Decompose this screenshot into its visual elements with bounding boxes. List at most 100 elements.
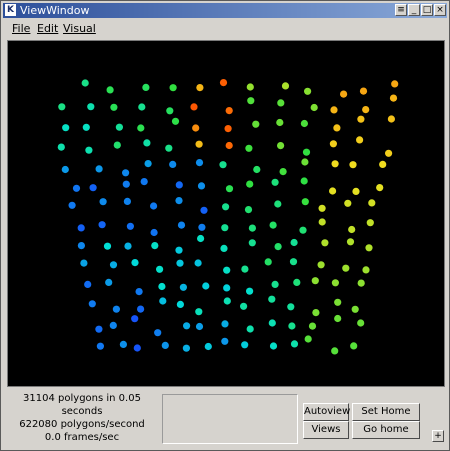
minimize-icon[interactable]: _ <box>408 4 420 16</box>
scene-point <box>169 160 177 168</box>
scene-point <box>133 344 141 352</box>
scene-point <box>365 244 373 252</box>
scene-point <box>131 259 139 267</box>
scene-point <box>268 295 276 303</box>
scene-point <box>287 303 295 311</box>
scene-point <box>195 140 203 148</box>
scene-point <box>302 148 311 156</box>
empty-panel <box>162 394 298 444</box>
scene-point <box>290 340 299 348</box>
views-button[interactable]: Views <box>303 421 349 439</box>
scene-point <box>195 159 204 167</box>
scene-point <box>72 184 81 192</box>
scene-point <box>330 106 338 114</box>
scene-point <box>87 103 95 111</box>
scene-point <box>109 321 117 329</box>
scene-point <box>169 84 177 92</box>
scene-point <box>219 161 227 169</box>
scene-point <box>112 305 120 313</box>
menu-file[interactable]: File <box>12 22 30 35</box>
scene-point <box>290 238 298 247</box>
scene-point <box>240 302 248 310</box>
scene-point <box>349 161 357 169</box>
scene-point <box>334 314 342 323</box>
scene-point <box>84 280 92 288</box>
scene-point <box>277 99 285 107</box>
set-home-view-button[interactable]: Set Home View <box>352 403 420 433</box>
scene-point <box>391 80 399 88</box>
scene-point <box>110 103 118 111</box>
scene-point <box>138 103 146 111</box>
go-home-button[interactable]: Go home <box>352 421 420 439</box>
scene-point <box>246 83 254 91</box>
scene-point <box>225 107 233 115</box>
scene-point <box>362 106 370 114</box>
scene-point <box>357 319 365 327</box>
scene-point <box>356 136 364 144</box>
scene-point <box>241 341 249 349</box>
scene-point <box>271 178 279 186</box>
scene-point <box>301 158 309 166</box>
scene-point <box>334 298 342 306</box>
scene-point <box>304 87 312 95</box>
menu-visual[interactable]: Visual <box>63 22 96 35</box>
window-menu-icon[interactable]: ≡ <box>395 4 407 16</box>
scene-point <box>333 124 341 132</box>
scene-point <box>80 259 88 267</box>
polygon-count: 31104 polygons in 0.05 seconds <box>23 393 141 417</box>
scene-point <box>321 239 329 247</box>
scene-point <box>331 279 339 287</box>
scene-point <box>183 322 191 330</box>
scene-point <box>177 221 186 229</box>
scene-point <box>113 141 121 149</box>
scene-point <box>144 160 152 168</box>
scene-point <box>318 204 326 212</box>
corner-toggle-button[interactable]: + <box>432 430 444 442</box>
view-window: K ViewWindow ≡ _ □ × File Edit Visual 31… <box>0 0 450 451</box>
scene-point <box>150 202 158 210</box>
scene-point <box>247 97 255 105</box>
scene-point <box>150 228 158 237</box>
scene-point <box>245 144 253 152</box>
scene-point <box>246 325 254 333</box>
menu-edit[interactable]: Edit <box>37 22 58 35</box>
scene-point <box>350 342 358 350</box>
scene-point <box>308 322 317 330</box>
maximize-icon[interactable]: □ <box>421 4 433 16</box>
scene-point <box>182 344 190 352</box>
scene-point <box>124 242 132 250</box>
scene-point <box>248 239 256 247</box>
scene-point <box>357 115 365 123</box>
scene-point <box>192 124 200 132</box>
scene-point <box>368 199 376 207</box>
scene-point <box>197 234 205 243</box>
scene-point <box>176 300 184 308</box>
scene-point <box>88 300 96 308</box>
autoview-button[interactable]: Autoview <box>303 403 350 421</box>
scene-point <box>82 123 90 131</box>
scene-point <box>220 244 228 252</box>
title-bar[interactable]: K ViewWindow ≡ _ □ × <box>3 3 447 18</box>
scene-point <box>161 341 169 349</box>
scene-point <box>225 141 233 150</box>
render-stats: 31104 polygons in 0.05 seconds 622080 po… <box>7 392 157 444</box>
scene-point <box>99 198 107 206</box>
scene-point <box>317 261 325 269</box>
scene-point <box>200 206 208 214</box>
scene-point <box>279 168 287 176</box>
scene-point <box>366 219 374 227</box>
scene-point <box>109 261 118 269</box>
scene-point <box>159 297 167 305</box>
scene-point <box>312 309 320 317</box>
scene-point <box>223 266 231 274</box>
scene-point <box>248 224 256 232</box>
scene-point <box>195 308 203 316</box>
scene-point <box>224 125 232 133</box>
scene-point <box>271 280 279 288</box>
scene-point <box>135 288 143 296</box>
scene-point <box>379 160 387 168</box>
scene-point <box>219 79 228 87</box>
close-icon[interactable]: × <box>434 4 446 16</box>
scene-point <box>268 319 276 327</box>
3d-viewport[interactable] <box>7 40 445 387</box>
